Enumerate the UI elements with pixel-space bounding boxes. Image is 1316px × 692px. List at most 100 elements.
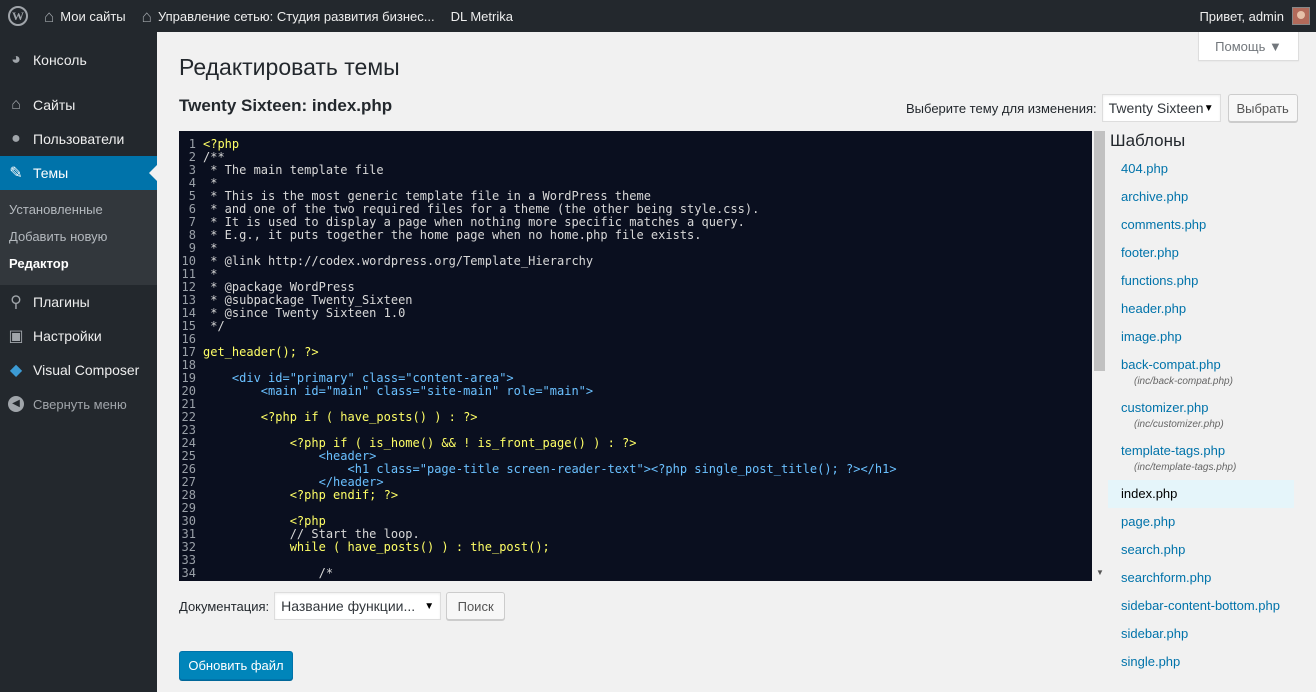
- line-text: <?php if ( have_posts() ) : ?>: [203, 410, 478, 424]
- template-link[interactable]: template-tags.php: [1121, 443, 1281, 458]
- template-item[interactable]: sidebar-content-bottom.php: [1108, 592, 1294, 620]
- template-item[interactable]: back-compat.php (inc/back-compat.php): [1108, 351, 1294, 394]
- collapse-menu-button[interactable]: ◀ Свернуть меню: [0, 387, 157, 421]
- my-sites-menu[interactable]: ⌂ Мои сайты: [36, 0, 134, 32]
- network-admin-menu[interactable]: ⌂ Управление сетью: Студия развития бизн…: [134, 0, 443, 32]
- line-text: while ( have_posts() ) : the_post();: [203, 540, 550, 554]
- template-link[interactable]: customizer.php: [1121, 400, 1281, 415]
- template-path: (inc/template-tags.php): [1134, 462, 1237, 473]
- submenu-item-installed[interactable]: Установленные: [0, 196, 157, 223]
- template-link[interactable]: footer.php: [1121, 245, 1281, 260]
- code-line: 32 while ( have_posts() ) : the_post();: [179, 541, 1092, 554]
- template-item[interactable]: 404.php: [1108, 155, 1294, 183]
- page-title: Редактировать темы: [179, 54, 400, 80]
- theme-select-form: Выберите тему для изменения: Twenty Sixt…: [906, 94, 1298, 122]
- network-admin-label: Управление сетью: Студия развития бизнес…: [157, 8, 435, 24]
- sidebar-item-plugins[interactable]: ⚲ Плагины: [0, 285, 157, 319]
- sidebar-item-settings[interactable]: ▣ Настройки: [0, 319, 157, 353]
- avatar: [1292, 7, 1310, 25]
- sidebar-item-label: Настройки: [33, 328, 102, 344]
- sites-icon: ⌂: [11, 96, 21, 113]
- sidebar-item-themes[interactable]: ✎ Темы: [0, 156, 157, 190]
- code-lines: 1 <?php 2/** 3 * The main template file 4 * 5…: [179, 131, 1092, 580]
- sidebar-item-label: Пользователи: [33, 131, 125, 147]
- select-theme-button[interactable]: Выбрать: [1227, 94, 1298, 122]
- home-icon: ⌂: [141, 6, 152, 26]
- collapse-icon: ◀: [8, 396, 24, 412]
- editor-scrollbar[interactable]: ▼: [1092, 131, 1107, 581]
- metrika-menu[interactable]: DL Metrika: [443, 0, 521, 32]
- template-item[interactable]: archive.php: [1108, 183, 1294, 211]
- sidebar-item-sites[interactable]: ⌂ Сайты: [0, 88, 157, 122]
- code-line: 22 <?php if ( have_posts() ) : ?>: [179, 411, 1092, 424]
- line-text: get_header(); ?>: [203, 345, 319, 359]
- my-sites-icon: ⌂: [44, 6, 55, 26]
- documentation-select[interactable]: Название функции... ▼: [274, 592, 442, 620]
- scroll-down-arrow-icon[interactable]: ▼: [1096, 568, 1104, 577]
- line-text: * @since Twenty Sixteen 1.0: [203, 306, 406, 320]
- theme-select-label: Выберите тему для изменения:: [906, 100, 1097, 116]
- template-item[interactable]: header.php: [1108, 295, 1294, 323]
- template-link[interactable]: sidebar-content-bottom.php: [1121, 598, 1281, 613]
- line-text: * E.g., it puts together the home page w…: [203, 228, 702, 242]
- documentation-search-button[interactable]: Поиск: [446, 592, 506, 620]
- template-link[interactable]: index.php: [1121, 486, 1281, 501]
- visual-composer-icon: ◆: [9, 362, 23, 379]
- code-line: 8 * E.g., it puts together the home page…: [179, 229, 1092, 242]
- documentation-form: Документация: Название функции... ▼ Поис…: [179, 592, 506, 620]
- template-link[interactable]: comments.php: [1121, 217, 1281, 232]
- sidebar-item-users[interactable]: ● Пользователи: [0, 122, 157, 156]
- sidebar-item-label: Темы: [33, 165, 69, 181]
- template-link[interactable]: functions.php: [1121, 273, 1281, 288]
- documentation-select-value: Название функции...: [281, 598, 416, 614]
- help-tab-button[interactable]: Помощь ▼: [1198, 32, 1299, 61]
- template-item[interactable]: search.php: [1108, 536, 1294, 564]
- submenu-item-add-new[interactable]: Добавить новую: [0, 223, 157, 250]
- template-link[interactable]: single.php: [1121, 654, 1281, 669]
- sidebar-item-label: Плагины: [33, 294, 90, 310]
- template-item[interactable]: sidebar.php: [1108, 620, 1294, 648]
- template-item[interactable]: image.php: [1108, 323, 1294, 351]
- template-item[interactable]: index.php: [1108, 480, 1294, 508]
- update-file-button[interactable]: Обновить файл: [179, 651, 293, 680]
- template-link[interactable]: sidebar.php: [1121, 626, 1281, 641]
- template-link[interactable]: archive.php: [1121, 189, 1281, 204]
- template-item[interactable]: footer.php: [1108, 239, 1294, 267]
- code-line: 1 <?php: [179, 138, 1092, 151]
- sidebar-item-dashboard[interactable]: ◕ Консоль: [0, 43, 157, 77]
- template-link[interactable]: header.php: [1121, 301, 1281, 316]
- line-text: /*: [203, 566, 334, 580]
- dashboard-icon: ◕: [11, 51, 21, 68]
- template-link[interactable]: 404.php: [1121, 161, 1281, 176]
- users-icon: ●: [11, 130, 21, 147]
- admin-sidebar: ◕ Консоль ⌂ Сайты ● Пользователи ✎ Темы …: [0, 32, 157, 692]
- submenu-item-editor[interactable]: Редактор: [0, 250, 157, 277]
- template-link[interactable]: image.php: [1121, 329, 1281, 344]
- code-line: 3 * The main template file: [179, 164, 1092, 177]
- sidebar-item-label: Консоль: [33, 52, 87, 68]
- code-line: 15 */: [179, 320, 1092, 333]
- template-item[interactable]: searchform.php: [1108, 564, 1294, 592]
- code-line: 17 get_header(); ?>: [179, 346, 1092, 359]
- wordpress-logo-button[interactable]: W: [0, 0, 36, 32]
- template-item[interactable]: customizer.php (inc/customizer.php): [1108, 394, 1294, 437]
- template-link[interactable]: search.php: [1121, 542, 1281, 557]
- template-item[interactable]: template-tags.php (inc/template-tags.php): [1108, 437, 1294, 480]
- template-path: (inc/back-compat.php): [1134, 376, 1233, 387]
- template-link[interactable]: page.php: [1121, 514, 1281, 529]
- scrollbar-thumb[interactable]: [1094, 131, 1105, 371]
- theme-select-value: Twenty Sixteen: [1108, 100, 1204, 116]
- account-menu[interactable]: Привет, admin: [1199, 0, 1316, 32]
- sidebar-item-visual-composer[interactable]: ◆ Visual Composer: [0, 353, 157, 387]
- theme-select[interactable]: Twenty Sixteen ▼: [1101, 94, 1221, 122]
- sidebar-item-label: Сайты: [33, 97, 76, 113]
- template-item[interactable]: comments.php: [1108, 211, 1294, 239]
- template-item[interactable]: page.php: [1108, 508, 1294, 536]
- code-editor[interactable]: 1 <?php 2/** 3 * The main template file 4 * 5…: [179, 131, 1092, 581]
- template-link[interactable]: searchform.php: [1121, 570, 1281, 585]
- template-item[interactable]: functions.php: [1108, 267, 1294, 295]
- template-item[interactable]: single.php: [1108, 648, 1294, 676]
- templates-list: 404.php archive.php comments.php footer.php…: [1108, 155, 1294, 676]
- template-link[interactable]: back-compat.php: [1121, 357, 1281, 372]
- documentation-label: Документация:: [179, 598, 270, 614]
